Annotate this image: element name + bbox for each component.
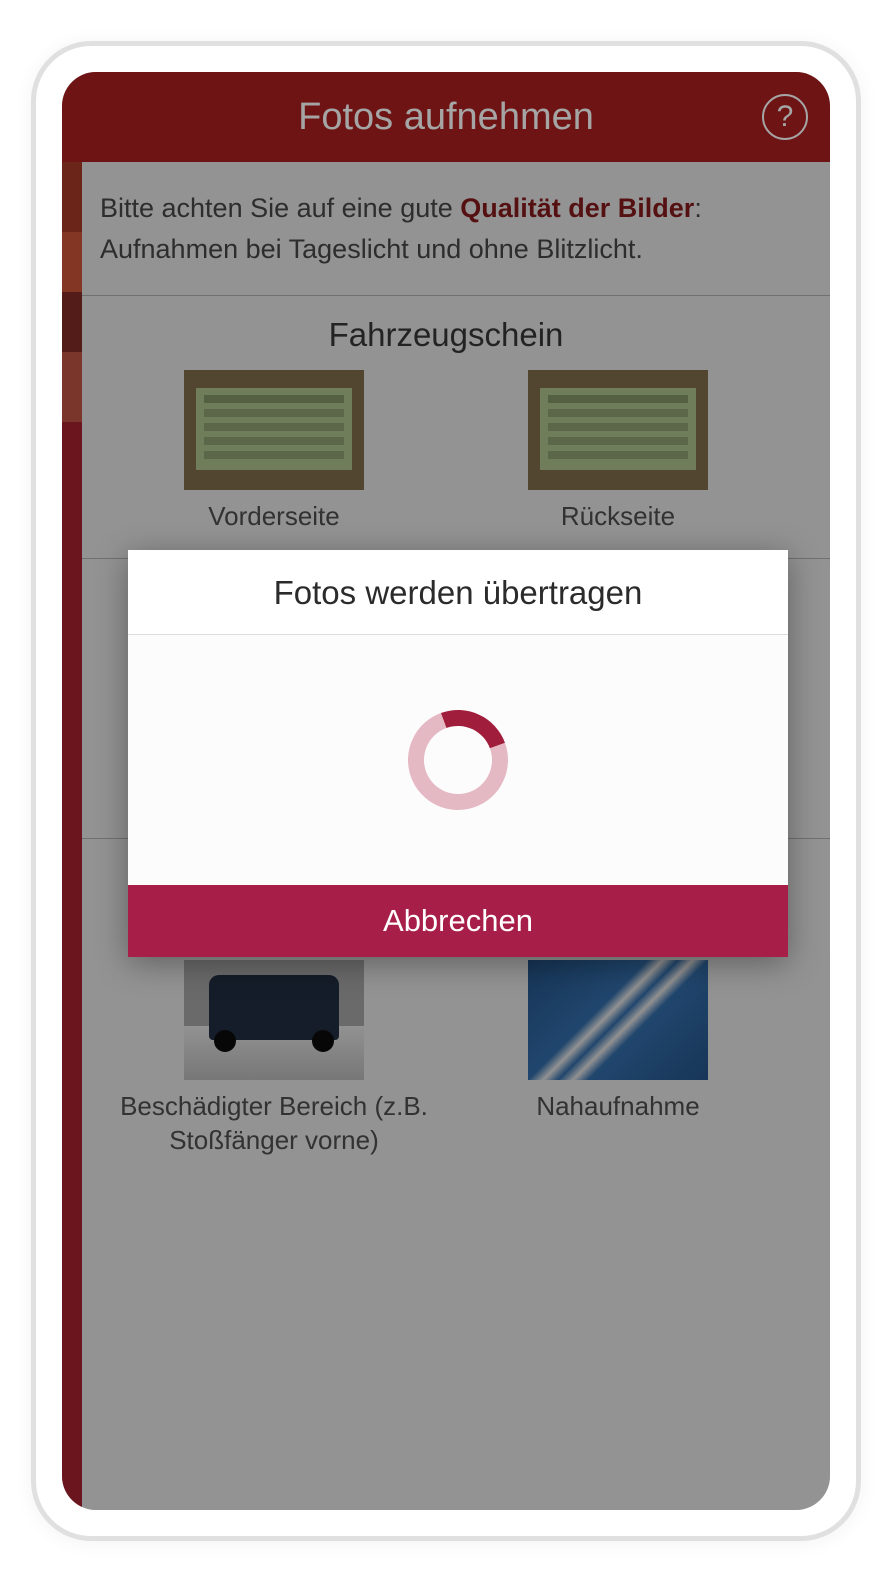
thumb-label: Rückseite — [561, 500, 675, 534]
info-highlight: Qualität der Bilder — [460, 193, 694, 223]
thumb-label: Vorderseite — [208, 500, 340, 534]
page-title: Fotos aufnehmen — [298, 96, 594, 139]
thumb-label: Beschädigter Bereich (z.B. Stoßfänger vo… — [109, 1090, 439, 1158]
car-rear-icon — [184, 960, 364, 1080]
app-header: Fotos aufnehmen ? — [62, 72, 830, 162]
section-title-fahrzeugschein: Fahrzeugschein — [62, 316, 830, 354]
photo-slot-rueckseite[interactable]: Rückseite — [453, 370, 783, 534]
photo-slot-damaged-area[interactable]: Beschädigter Bereich (z.B. Stoßfänger vo… — [109, 960, 439, 1158]
info-prefix: Bitte achten Sie auf eine gute — [100, 193, 460, 223]
photo-slot-vorderseite[interactable]: Vorderseite — [109, 370, 439, 534]
info-text: Bitte achten Sie auf eine gute Qualität … — [62, 162, 830, 296]
cancel-button[interactable]: Abbrechen — [128, 885, 788, 957]
section-fahrzeugschein: Fahrzeugschein Vorderseite Rückseite — [62, 296, 830, 559]
thumb-row-fahrzeugschein: Vorderseite Rückseite — [62, 370, 830, 534]
scratch-closeup-icon — [528, 960, 708, 1080]
spinner-icon — [392, 694, 525, 827]
modal-body — [128, 635, 788, 885]
document-back-icon — [528, 370, 708, 490]
upload-modal: Fotos werden übertragen Abbrechen — [128, 550, 788, 957]
photo-slot-closeup[interactable]: Nahaufnahme — [453, 960, 783, 1158]
document-front-icon — [184, 370, 364, 490]
side-strip — [62, 162, 82, 1510]
screen: Fotos aufnehmen ? Bitte achten Sie auf e… — [62, 72, 830, 1510]
help-icon[interactable]: ? — [762, 94, 808, 140]
thumb-row-detail: Beschädigter Bereich (z.B. Stoßfänger vo… — [62, 960, 830, 1158]
modal-title: Fotos werden übertragen — [128, 550, 788, 635]
phone-frame: Fotos aufnehmen ? Bitte achten Sie auf e… — [31, 41, 861, 1541]
thumb-label: Nahaufnahme — [536, 1090, 699, 1124]
